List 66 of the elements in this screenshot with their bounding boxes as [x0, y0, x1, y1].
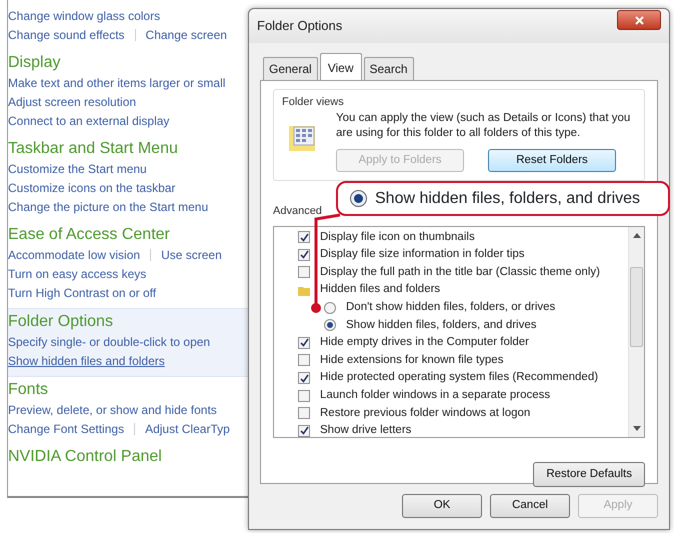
category-title[interactable]: Display — [8, 52, 248, 73]
tab[interactable]: Search — [364, 57, 414, 80]
setting-label: Hide protected operating system files (Recommended) — [320, 370, 598, 386]
folder-icon — [298, 284, 310, 296]
task-link[interactable]: Change sound effects — [8, 26, 125, 44]
task-link[interactable]: Change window glass colors — [8, 6, 160, 24]
radio-button[interactable] — [324, 319, 336, 332]
task-link[interactable]: Turn on easy access keys — [8, 264, 146, 282]
task-link[interactable]: Connect to an external display — [8, 112, 170, 130]
checkbox[interactable] — [298, 231, 310, 244]
task-link[interactable]: Make text and other items larger or small — [8, 74, 226, 92]
category-title[interactable]: Ease of Access Center — [8, 224, 248, 245]
restore-defaults-button[interactable]: Restore Defaults — [533, 462, 645, 487]
task-link[interactable]: Adjust ClearTyp — [145, 420, 230, 438]
window-title: Folder Options — [257, 17, 342, 36]
folder-button[interactable]: Reset Folders — [488, 148, 616, 172]
tab[interactable]: General — [263, 57, 318, 80]
checkbox[interactable] — [298, 372, 310, 384]
task-link[interactable]: Preview, delete, or show and hide fonts — [8, 400, 217, 418]
checkbox[interactable] — [298, 407, 310, 420]
setting-label: Show hidden files, folders, and drives — [346, 318, 536, 333]
task-link[interactable]: Use screen — [161, 246, 222, 264]
scroll-down-icon — [633, 426, 641, 430]
task-link[interactable]: Accommodate low vision — [8, 246, 140, 264]
description-text: You can apply the view (such as Details or Icons) that you are using for this folder to all folders of this type. — [336, 110, 632, 140]
category-title[interactable]: Fonts — [8, 379, 248, 400]
task-link[interactable]: Change screen — [146, 26, 227, 44]
setting-label: Display file icon on thumbnails — [320, 230, 475, 245]
setting-label: Display the full path in the title bar (Classic theme only) — [320, 264, 600, 280]
checkbox[interactable] — [298, 266, 310, 278]
setting-label: Hide empty drives in the Computer folder — [320, 335, 530, 350]
setting-label: Display file size information in folder tips — [320, 247, 525, 262]
dialog-button[interactable]: OK — [402, 494, 482, 518]
task-link[interactable]: Change the picture on the Start menu — [8, 198, 208, 216]
category-title[interactable]: NVIDIA Control Panel — [8, 446, 248, 467]
setting-label: Don't show hidden files, folders, or drives — [346, 300, 556, 316]
callout-text: Show hidden files, folders, and drives — [375, 188, 640, 208]
setting-label: Restore previous folder windows at logon — [320, 406, 530, 421]
scroll-thumb[interactable] — [630, 266, 643, 346]
radio-button[interactable] — [324, 302, 336, 314]
task-link[interactable]: Show hidden files and folders — [8, 352, 165, 370]
category-title[interactable]: Folder Options — [8, 311, 248, 332]
setting-label: Launch folder windows in a separate process — [320, 388, 550, 404]
checkbox[interactable] — [298, 390, 310, 402]
task-link[interactable]: Adjust screen resolution — [8, 92, 136, 110]
tab[interactable]: View — [320, 53, 362, 81]
close-button[interactable] — [617, 10, 661, 30]
dialog-button[interactable]: Cancel — [490, 494, 570, 518]
close-icon — [634, 16, 644, 24]
scrollbar[interactable] — [628, 226, 644, 436]
task-link[interactable]: Customize icons on the taskbar — [8, 178, 176, 196]
checkbox[interactable] — [298, 424, 310, 436]
checkbox[interactable] — [298, 354, 310, 366]
setting-label: Show drive letters — [320, 423, 412, 436]
group-label: Folder views — [282, 95, 345, 110]
checkbox[interactable] — [298, 248, 310, 261]
task-link[interactable]: Specify single- or double-click to open — [8, 332, 210, 350]
scroll-up-icon — [633, 232, 641, 238]
task-link[interactable]: Change Font Settings — [8, 420, 124, 438]
checkbox[interactable] — [298, 336, 310, 349]
setting-label: Hidden files and folders — [320, 282, 440, 298]
setting-label: Hide extensions for known file types — [320, 352, 504, 368]
task-link[interactable]: Customize the Start menu — [8, 160, 147, 178]
section-label: Advanced — [273, 204, 323, 219]
task-link[interactable]: Turn High Contrast on or off — [8, 284, 156, 302]
category-title[interactable]: Taskbar and Start Menu — [8, 138, 248, 159]
